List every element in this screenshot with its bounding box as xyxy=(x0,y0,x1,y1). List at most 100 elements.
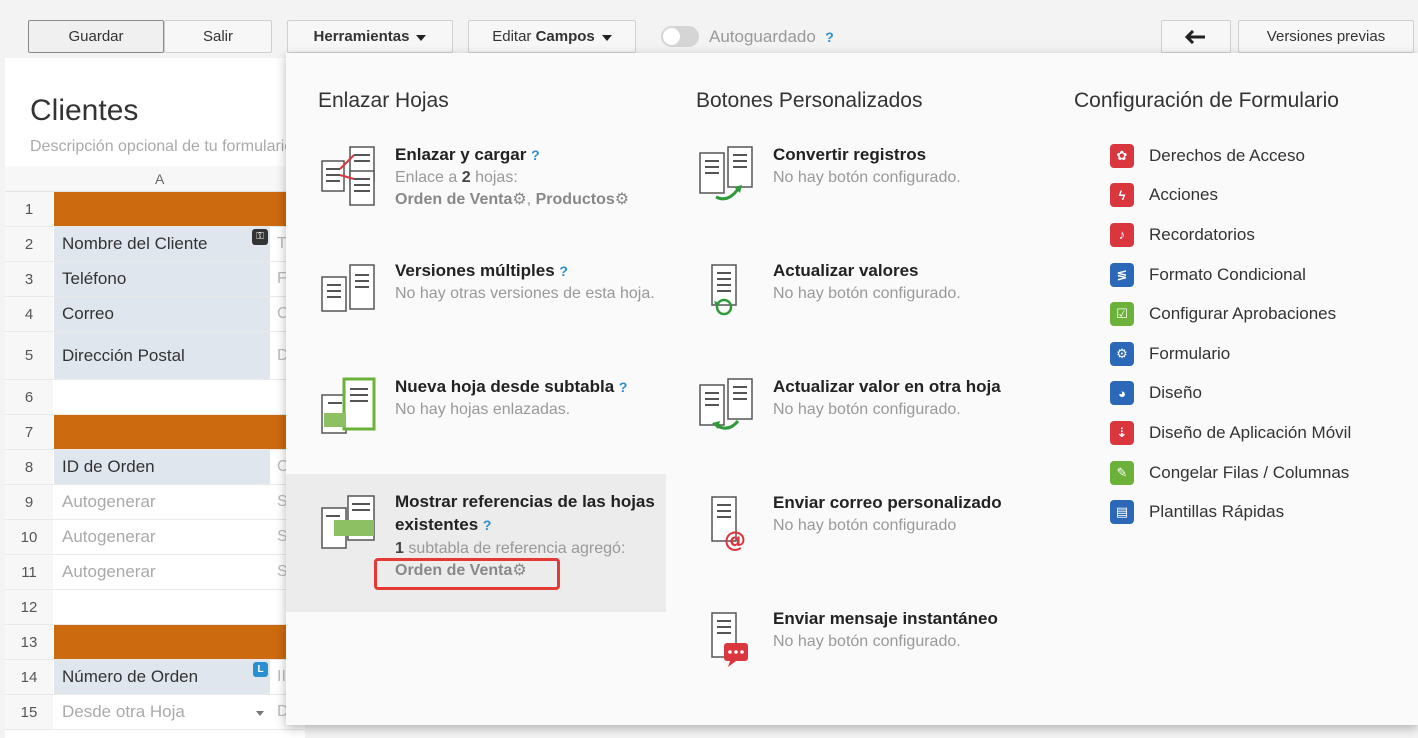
tools-dropdown-panel: Enlazar Hojas Botones Personalizados Con… xyxy=(286,53,1418,725)
update-other-sheet-icon xyxy=(699,378,753,430)
section-header-cell[interactable] xyxy=(54,625,305,659)
edit-fields-button[interactable]: Editar Campos xyxy=(468,20,636,53)
table-row: 6 xyxy=(5,380,305,415)
update-values-icon xyxy=(711,264,737,316)
gear-icon[interactable]: ⚙ xyxy=(615,191,629,208)
config-item[interactable]: ≶ Formato Condicional xyxy=(1110,255,1351,295)
row-number[interactable]: 7 xyxy=(5,415,53,449)
table-row: 11 Autogenerar S xyxy=(5,555,305,590)
section-header-cell[interactable] xyxy=(54,192,305,226)
table-row: 13 xyxy=(5,625,305,660)
config-item-label: Recordatorios xyxy=(1149,224,1255,244)
help-icon[interactable]: ? xyxy=(825,29,834,45)
row-number[interactable]: 9 xyxy=(5,485,53,519)
gear-icon[interactable]: ⚙ xyxy=(512,191,526,208)
previous-versions-button[interactable]: Versiones previas xyxy=(1238,20,1414,53)
exit-button[interactable]: Salir xyxy=(164,20,272,53)
config-item[interactable]: ⇣ Diseño de Aplicación Móvil xyxy=(1110,413,1351,453)
sheet-cell[interactable]: Desde otra Hoja xyxy=(54,695,270,729)
config-item-label: Configurar Aprobaciones xyxy=(1149,304,1337,324)
table-row: 10 Autogenerar S xyxy=(5,520,305,555)
tools-menu-button[interactable]: Herramientas xyxy=(287,20,453,53)
row-number[interactable]: 2 xyxy=(5,227,53,261)
table-row: 8 ID de Orden C xyxy=(5,450,305,485)
save-button[interactable]: Guardar xyxy=(28,20,164,53)
config-item[interactable]: ◕ Diseño xyxy=(1110,374,1351,414)
table-row: 12 xyxy=(5,590,305,625)
update-other-sheet-item[interactable]: Actualizar valor en otra hoja No hay bot… xyxy=(664,345,1024,445)
row-number[interactable]: 8 xyxy=(5,450,53,484)
multiple-versions-item[interactable]: Versiones múltiples ? No hay otras versi… xyxy=(286,229,655,329)
dropdown-caret-icon[interactable] xyxy=(256,711,264,716)
update-values-item[interactable]: Actualizar valores No hay botón configur… xyxy=(664,229,1024,329)
table-row: 5 Dirección Postal D xyxy=(5,332,305,380)
sheet-cell[interactable]: Correo xyxy=(54,297,270,331)
config-item-icon: ☑ xyxy=(1110,302,1134,327)
config-item[interactable]: ϟ Acciones xyxy=(1110,176,1351,216)
config-item-icon: ✿ xyxy=(1110,143,1134,168)
row-number[interactable]: 11 xyxy=(5,555,53,589)
highlight-box xyxy=(374,558,560,590)
row-number[interactable]: 5 xyxy=(5,332,53,379)
link-sheets-title: Enlazar Hojas xyxy=(318,89,449,112)
sheet-cell[interactable]: Autogenerar xyxy=(54,555,270,589)
sheet-description[interactable]: Descripción opcional de tu formulario xyxy=(30,138,293,156)
column-header[interactable]: A xyxy=(5,166,305,192)
sheet-cell[interactable]: ID de Orden xyxy=(54,450,270,484)
row-number[interactable]: 14 xyxy=(5,660,53,694)
autosave-label: Autoguardado ? xyxy=(709,27,834,46)
sheet-cell[interactable]: Nombre del Cliente ⚿ xyxy=(54,227,270,261)
row-number[interactable]: 6 xyxy=(5,380,53,414)
section-header-cell[interactable] xyxy=(54,415,305,449)
sheet-cell[interactable]: Autogenerar xyxy=(54,485,270,519)
config-item-icon: ✎ xyxy=(1110,460,1134,485)
autosave-toggle[interactable] xyxy=(661,26,699,47)
config-item-icon: ⇣ xyxy=(1110,420,1134,445)
config-item[interactable]: ☑ Configurar Aprobaciones xyxy=(1110,294,1351,334)
config-item[interactable]: ⚙ Formulario xyxy=(1110,334,1351,374)
link-field-icon: L xyxy=(253,662,268,677)
config-item-icon: ≶ xyxy=(1110,262,1134,287)
form-config-title: Configuración de Formulario xyxy=(1074,89,1339,112)
caret-down-icon xyxy=(416,34,427,41)
key-icon: ⚿ xyxy=(252,229,268,245)
custom-email-item[interactable]: @ Enviar correo personalizado No hay bot… xyxy=(664,461,1024,561)
help-icon[interactable]: ? xyxy=(531,147,540,163)
help-icon[interactable]: ? xyxy=(619,379,628,395)
row-number[interactable]: 12 xyxy=(5,590,53,624)
sheet-cell[interactable]: Dirección Postal xyxy=(54,332,270,379)
help-icon[interactable]: ? xyxy=(483,517,492,533)
show-references-item[interactable]: Mostrar referencias de las hojas existen… xyxy=(286,474,666,612)
sheet-cell[interactable] xyxy=(54,380,270,414)
config-item-icon: ϟ xyxy=(1110,183,1134,208)
linked-sheet-orden-de-venta[interactable]: Orden de Venta xyxy=(395,191,512,208)
row-number[interactable]: 13 xyxy=(5,625,53,659)
row-number[interactable]: 10 xyxy=(5,520,53,554)
email-icon: @ xyxy=(711,496,746,553)
sheet-cell[interactable]: Número de Orden L xyxy=(54,660,270,694)
row-number[interactable]: 1 xyxy=(5,192,53,226)
help-icon[interactable]: ? xyxy=(559,263,568,279)
row-number[interactable]: 15 xyxy=(5,695,53,729)
config-item-label: Diseño de Aplicación Móvil xyxy=(1149,422,1352,442)
new-sheet-from-subtable-item[interactable]: Nueva hoja desde subtabla ? No hay hojas… xyxy=(286,345,646,445)
link-and-load-item[interactable]: Enlazar y cargar ? Enlace a 2 hojas: Ord… xyxy=(286,113,646,213)
toolbar: Guardar Salir Herramientas Editar Campos… xyxy=(0,0,1418,58)
instant-message-item[interactable]: Enviar mensaje instantáneo No hay botón … xyxy=(664,577,1024,677)
sheet-title[interactable]: Clientes xyxy=(30,94,138,128)
back-button[interactable] xyxy=(1161,20,1231,53)
config-item[interactable]: ▤ Plantillas Rápidas xyxy=(1110,492,1351,532)
linked-sheet-productos[interactable]: Productos xyxy=(536,191,615,208)
row-number[interactable]: 3 xyxy=(5,262,53,296)
table-row: 2 Nombre del Cliente ⚿ T xyxy=(5,227,305,262)
config-item[interactable]: ♪ Recordatorios xyxy=(1110,215,1351,255)
config-item[interactable]: ✎ Congelar Filas / Columnas xyxy=(1110,453,1351,493)
table-row: 15 Desde otra Hoja D xyxy=(5,695,305,730)
config-item[interactable]: ✿ Derechos de Acceso xyxy=(1110,136,1351,176)
sheet-cell[interactable] xyxy=(54,590,270,624)
convert-records-item[interactable]: Convertir registros No hay botón configu… xyxy=(664,113,1024,213)
sheet-cell[interactable]: Teléfono xyxy=(54,262,270,296)
caret-down-icon xyxy=(601,34,612,41)
sheet-cell[interactable]: Autogenerar xyxy=(54,520,270,554)
row-number[interactable]: 4 xyxy=(5,297,53,331)
